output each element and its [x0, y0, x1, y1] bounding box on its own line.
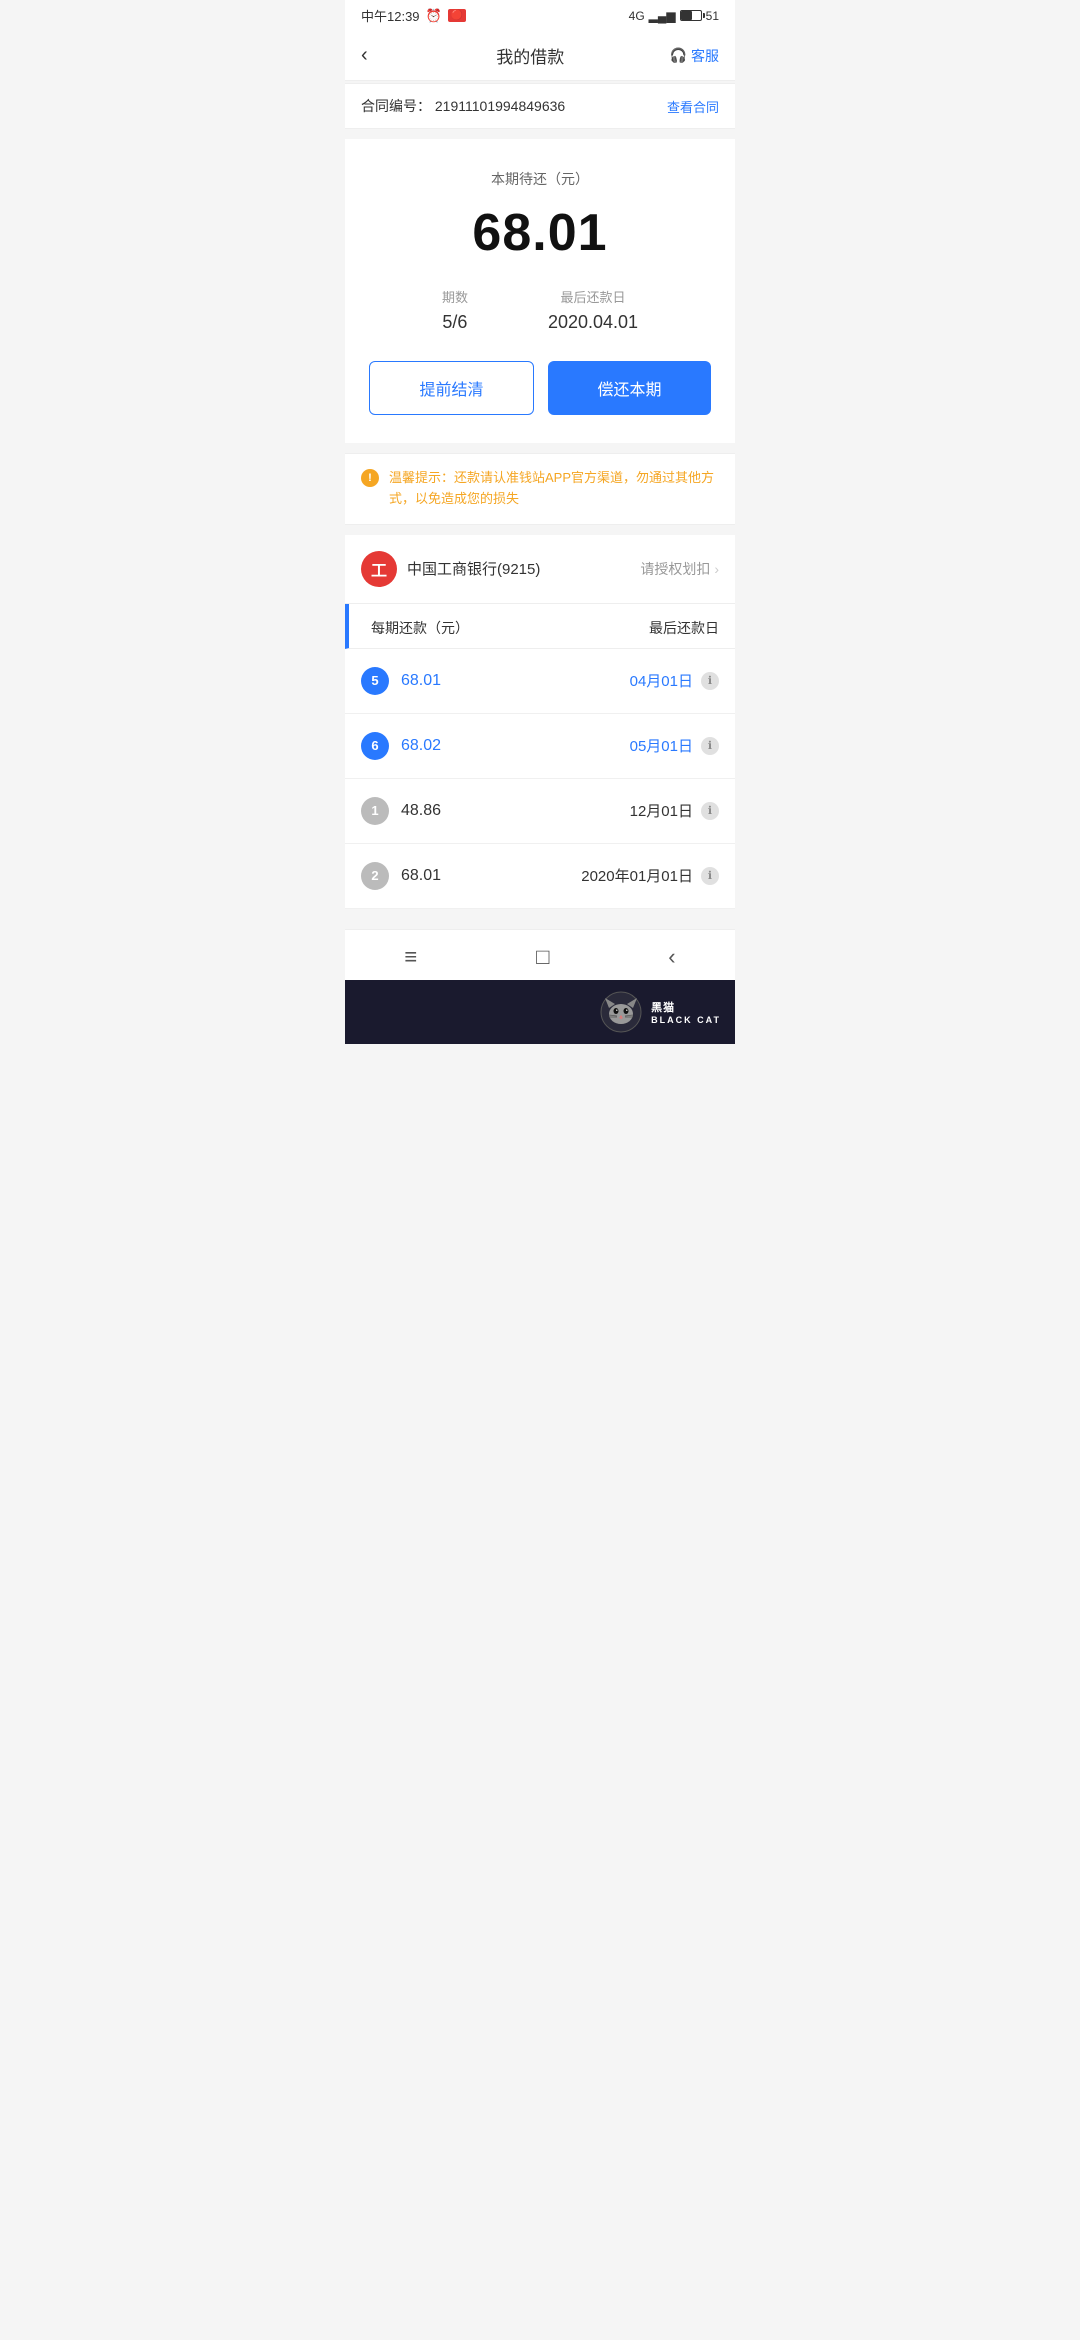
- table-header: 每期还款（元） 最后还款日: [345, 604, 735, 649]
- installment-amount: 68.02: [401, 737, 630, 755]
- bottom-navigation: ≡ □ ‹: [345, 929, 735, 980]
- info-icon[interactable]: ℹ: [701, 672, 719, 690]
- contract-bar: 合同编号： 21911101994849636 查看合同: [345, 83, 735, 129]
- period-label: 本期待还（元）: [365, 169, 715, 189]
- installment-amount: 48.86: [401, 802, 630, 820]
- page-title: 我的借款: [391, 43, 670, 68]
- table-row: 2 68.01 2020年01月01日 ℹ: [345, 844, 735, 909]
- installment-table: 每期还款（元） 最后还款日 5 68.01 04月01日 ℹ 6 68.02 0…: [345, 604, 735, 909]
- warning-icon: !: [361, 469, 379, 487]
- cat-brand-en: BLACK CAT: [651, 1015, 721, 1025]
- bank-info: 工 中国工商银行(9215): [361, 551, 540, 587]
- installment-date: 2020年01月01日: [581, 865, 693, 886]
- bank-action-label: 请授权划扣: [640, 559, 710, 579]
- chevron-right-icon: ›: [714, 561, 719, 577]
- installment-date: 12月01日: [630, 800, 693, 821]
- installment-value: 5/6: [442, 312, 468, 333]
- installment-number: 1: [361, 797, 389, 825]
- back-button[interactable]: ‹: [361, 44, 391, 67]
- due-date-value: 2020.04.01: [548, 312, 638, 333]
- info-icon[interactable]: ℹ: [701, 737, 719, 755]
- app-header: ‹ 我的借款 🎧 客服: [345, 31, 735, 81]
- notification-icon: 🔴: [448, 9, 466, 22]
- contract-number: 合同编号： 21911101994849636: [361, 96, 565, 116]
- action-buttons: 提前结清 偿还本期: [365, 361, 715, 415]
- installment-date-wrap: 12月01日 ℹ: [630, 800, 719, 821]
- installment-date: 04月01日: [630, 670, 693, 691]
- time-display: 中午12:39: [361, 6, 420, 25]
- info-icon[interactable]: ℹ: [701, 802, 719, 820]
- service-label: 客服: [691, 46, 719, 66]
- alarm-icon: ⏰: [426, 8, 442, 24]
- main-payment-card: 本期待还（元） 68.01 期数 5/6 最后还款日 2020.04.01 提前…: [345, 139, 735, 443]
- due-date-info: 最后还款日 2020.04.01: [548, 287, 638, 333]
- table-col1-header: 每期还款（元）: [371, 618, 469, 638]
- installment-date: 05月01日: [630, 735, 693, 756]
- table-row: 1 48.86 12月01日 ℹ: [345, 779, 735, 844]
- headphone-icon: 🎧: [670, 47, 687, 64]
- cat-brand-cn: 黑猫: [651, 999, 721, 1015]
- table-row: 6 68.02 05月01日 ℹ: [345, 714, 735, 779]
- installment-info: 期数 5/6: [442, 287, 468, 333]
- signal-icon: 4G: [629, 9, 645, 23]
- status-right: 4G ▂▄▆ 51: [629, 9, 719, 23]
- contract-label: 合同编号：: [361, 98, 431, 114]
- installment-number: 2: [361, 862, 389, 890]
- installment-label: 期数: [442, 287, 468, 306]
- info-icon[interactable]: ℹ: [701, 867, 719, 885]
- installment-number: 5: [361, 667, 389, 695]
- battery-icon: [680, 10, 702, 21]
- amount-display: 68.01: [365, 203, 715, 263]
- status-left: 中午12:39 ⏰ 🔴: [361, 6, 466, 25]
- installment-number: 6: [361, 732, 389, 760]
- due-date-label: 最后还款日: [548, 287, 638, 306]
- cat-logo: 黑猫 BLACK CAT: [599, 990, 721, 1034]
- black-cat-watermark: 黑猫 BLACK CAT: [345, 980, 735, 1044]
- bank-logo: 工: [361, 551, 397, 587]
- bank-name: 中国工商银行(9215): [407, 558, 540, 579]
- menu-button[interactable]: ≡: [404, 944, 417, 970]
- table-row: 5 68.01 04月01日 ℹ: [345, 649, 735, 714]
- table-col2-header: 最后还款日: [649, 618, 719, 638]
- repay-current-button[interactable]: 偿还本期: [548, 361, 711, 415]
- installment-date-wrap: 2020年01月01日 ℹ: [581, 865, 719, 886]
- home-button[interactable]: □: [536, 944, 549, 970]
- early-settlement-button[interactable]: 提前结清: [369, 361, 534, 415]
- cat-svg-icon: [599, 990, 643, 1034]
- status-bar: 中午12:39 ⏰ 🔴 4G ▂▄▆ 51: [345, 0, 735, 31]
- bank-row[interactable]: 工 中国工商银行(9215) 请授权划扣 ›: [345, 535, 735, 604]
- meta-row: 期数 5/6 最后还款日 2020.04.01: [365, 287, 715, 333]
- notice-bar: ! 温馨提示：还款请认准钱站APP官方渠道，勿通过其他方式，以免造成您的损失: [345, 453, 735, 525]
- table-rows: 5 68.01 04月01日 ℹ 6 68.02 05月01日 ℹ 1 48.8…: [345, 649, 735, 909]
- bank-action: 请授权划扣 ›: [640, 559, 719, 579]
- installment-amount: 68.01: [401, 867, 581, 885]
- signal-bars: ▂▄▆: [649, 9, 676, 23]
- battery-level: 51: [706, 9, 719, 23]
- installment-amount: 68.01: [401, 672, 630, 690]
- view-contract-link[interactable]: 查看合同: [667, 97, 719, 116]
- back-nav-button[interactable]: ‹: [668, 944, 675, 970]
- notice-text: 温馨提示：还款请认准钱站APP官方渠道，勿通过其他方式，以免造成您的损失: [389, 468, 719, 510]
- installment-date-wrap: 04月01日 ℹ: [630, 670, 719, 691]
- customer-service-button[interactable]: 🎧 客服: [670, 46, 719, 66]
- contract-id: 21911101994849636: [435, 98, 565, 114]
- installment-date-wrap: 05月01日 ℹ: [630, 735, 719, 756]
